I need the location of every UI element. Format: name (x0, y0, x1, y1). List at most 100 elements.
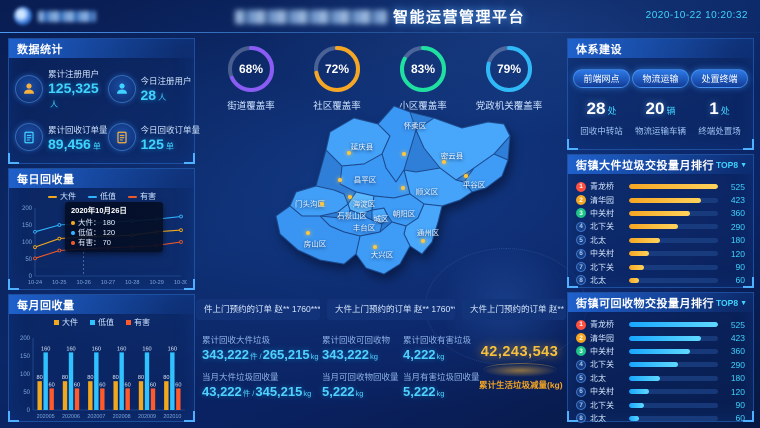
rank-badge: 8 (576, 275, 586, 285)
user-icon (108, 75, 136, 103)
tooltip-text: 低值： 120 (78, 228, 115, 238)
rank-name: 清华园 (590, 195, 625, 206)
stat-label: 今日注册用户 (141, 75, 192, 87)
legend-item[interactable]: 有害 (126, 317, 150, 328)
stat-card: 累计回收订单量89,456单 (15, 123, 108, 151)
ranking-row: 4北下关290 (576, 220, 745, 233)
order-ticker-item: 件上门预约的订单 赵** 1760***7862 (196, 299, 320, 320)
monthly-chart-legend: 大件 低值 有害 (15, 316, 189, 329)
stat-card-grid: 累计注册用户125,325人今日注册用户28人累计回收订单量89,456单今日回… (9, 58, 194, 151)
rank-badge: 7 (576, 400, 586, 410)
legend-item[interactable]: 大件 (48, 191, 76, 202)
summary-value: 5,222kg (403, 385, 479, 399)
summary-label: 累计回收大件垃圾 (202, 334, 322, 346)
ranking-row: 1青龙桥525 (576, 318, 745, 331)
top8-dropdown[interactable]: TOP8▼ (716, 298, 747, 308)
svg-text:160: 160 (168, 346, 177, 352)
rank-bar-fill (629, 251, 649, 256)
order-icon (15, 123, 43, 151)
summary-item: 当月有害垃圾回收量5,222kg (403, 371, 479, 399)
summary-item: 累计回收有害垃圾4,222kg (403, 334, 479, 362)
svg-text:0: 0 (27, 408, 31, 414)
rank-badge: 2 (576, 333, 586, 343)
rank-value: 120 (722, 387, 745, 397)
header: 智能运营管理平台 2020-10-22 10:20:32 (0, 0, 760, 33)
svg-text:150: 150 (20, 354, 31, 360)
system-pill-button[interactable]: 处置终端 (691, 69, 747, 88)
legend-item[interactable]: 低值 (90, 317, 114, 328)
system-label: 物流运输车辆 (635, 125, 686, 137)
title-text: 智能运营管理平台 (393, 6, 525, 27)
legend-item[interactable]: 有害 (128, 191, 156, 202)
legend-item[interactable]: 大件 (54, 317, 78, 328)
stat-value: 125,325人 (48, 81, 108, 109)
rank-name: 北太 (590, 373, 625, 384)
rank-value: 120 (722, 249, 745, 259)
svg-text:200: 200 (20, 336, 31, 342)
summary-unit: 件 (243, 389, 251, 398)
logo-icon (14, 7, 32, 25)
top8-dropdown[interactable]: TOP8▼ (716, 160, 747, 170)
rank-bar-track (629, 416, 718, 421)
panel-title: 体系建设 (576, 41, 622, 57)
series-dot-icon (71, 221, 75, 225)
stat-text: 累计回收订单量89,456单 (48, 124, 108, 151)
rank-bar-track (629, 224, 718, 229)
svg-text:202008: 202008 (113, 414, 131, 420)
system-value: 20 (646, 99, 665, 118)
rank-bar-track (629, 336, 718, 341)
rank-bar-track (629, 389, 718, 394)
rank-value: 180 (722, 235, 745, 245)
rank-value: 60 (722, 413, 745, 423)
summary-column: 累计回收大件垃圾343,222件/265,215kg当月大件垃圾回收量43,22… (202, 334, 322, 409)
stat-unit: 单 (93, 142, 101, 151)
panel-header: 街镇大件垃圾交投量月排行 TOP8▼ (568, 155, 753, 174)
rank-name: 中关村 (590, 208, 625, 219)
stat-text: 今日回收订单量125单 (141, 124, 201, 151)
tooltip-row: 低值： 120 (71, 228, 157, 238)
legend-label: 有害 (134, 317, 150, 328)
ranking-row: 4北下关290 (576, 358, 745, 371)
svg-text:10-24: 10-24 (28, 280, 42, 286)
ranking-row: 7北下关90 (576, 398, 745, 411)
svg-text:160: 160 (92, 346, 101, 352)
summary-label: 累计回收可回收物 (322, 334, 403, 346)
tooltip-rows: 大件： 180低值： 120有害： 70 (71, 218, 157, 248)
summary-value: 4,222kg (403, 348, 479, 362)
dashboard-screen: 智能运营管理平台 2020-10-22 10:20:32 数据统计 累计注册用户… (0, 0, 760, 428)
summary-number: 43,222 (202, 384, 242, 399)
system-value: 28 (587, 99, 606, 118)
rank-value: 60 (722, 275, 745, 285)
svg-text:10-25: 10-25 (52, 280, 66, 286)
rank-value: 525 (722, 182, 745, 192)
stat-unit: 单 (166, 142, 174, 151)
svg-text:80: 80 (37, 375, 43, 381)
svg-text:60: 60 (99, 382, 105, 388)
rank-name: 青龙桥 (590, 319, 625, 330)
svg-text:100: 100 (22, 240, 33, 246)
rank-name: 北下关 (590, 221, 625, 232)
rank-bar-fill (629, 211, 690, 216)
svg-text:202005: 202005 (37, 414, 55, 420)
logo (14, 7, 96, 25)
system-pill-button[interactable]: 前端网点 (573, 69, 629, 88)
rank-badge: 3 (576, 208, 586, 218)
rank-name: 北太 (590, 275, 625, 286)
monthly-chart-body: 大件低值有害 050100150200202005801606020200680… (9, 314, 194, 426)
summary-item: 累计回收可回收物343,222kg (322, 334, 403, 362)
legend-marker-icon (90, 320, 95, 325)
rank-bar-fill (629, 376, 660, 381)
rank-badge: 4 (576, 222, 586, 232)
tooltip-text: 有害： 70 (78, 238, 111, 248)
legend-item[interactable]: 低值 (88, 191, 116, 202)
summary-value: 43,222件/345,215kg (202, 385, 322, 399)
legend-label: 有害 (140, 191, 156, 202)
ranking-row: 2清华园423 (576, 193, 745, 206)
rank-bar-track (629, 403, 718, 408)
legend-marker-icon (48, 196, 57, 198)
rank-name: 北太 (590, 235, 625, 246)
system-label: 终端处置场 (698, 125, 741, 137)
ranking-list: 1青龙桥5252清华园4233中关村3604北下关2905北太1806中关村12… (568, 312, 753, 425)
stat-value: 125单 (141, 137, 201, 151)
system-pill-button[interactable]: 物流运输 (632, 69, 688, 88)
